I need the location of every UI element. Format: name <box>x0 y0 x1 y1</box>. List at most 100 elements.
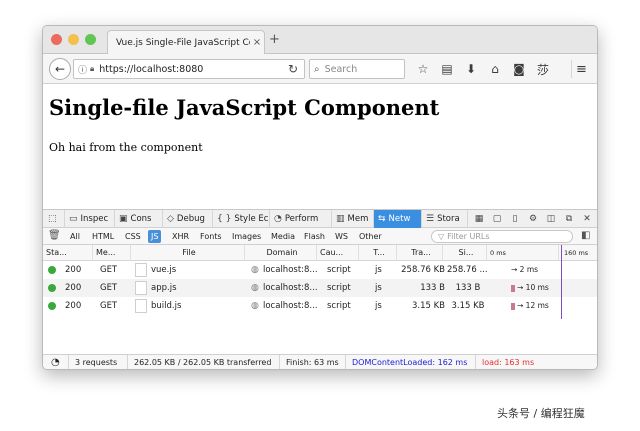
column-domain[interactable]: Domain <box>245 245 317 261</box>
method-cell: GET <box>100 265 118 275</box>
tab-console[interactable]: ▣ Cons <box>115 210 163 228</box>
tab-network[interactable]: ⇆ Netw <box>374 210 422 228</box>
star-icon[interactable]: ☆ <box>411 60 435 78</box>
tab-memory[interactable]: ▥ Mem <box>332 210 374 228</box>
back-arrow-icon: ← <box>54 62 66 76</box>
download-icon[interactable]: ⬇ <box>459 60 483 78</box>
new-tab-button[interactable]: + <box>269 32 280 48</box>
translate-icon[interactable]: 莎 <box>531 60 555 78</box>
filter-images[interactable]: Images <box>229 230 264 243</box>
info-icon[interactable]: ⓘ <box>78 63 87 76</box>
cause-cell: script <box>327 265 351 275</box>
dom-content-loaded: DOMContentLoaded: 162 ms <box>345 355 467 369</box>
close-tab-icon[interactable]: × <box>250 37 264 48</box>
tab-label: Inspec <box>80 214 109 224</box>
column-waterfall-start[interactable]: 0 ms <box>487 245 559 261</box>
lock-warning-icon[interactable]: 🔒︎ <box>90 64 94 74</box>
column-type[interactable]: T... <box>359 245 397 261</box>
tab-storage[interactable]: ☰ Stora <box>422 210 468 228</box>
network-icon: ⇆ <box>378 214 386 224</box>
layout-icon[interactable]: ▦ <box>470 214 488 224</box>
url-bar[interactable]: ⓘ 🔒︎ https://localhost:8080 <box>73 59 305 79</box>
tab-label: Netw <box>388 214 411 224</box>
filter-flash[interactable]: Flash <box>301 230 328 243</box>
waterfall-bar <box>511 303 515 310</box>
filter-all[interactable]: All <box>67 230 83 243</box>
page-body-text: Oh hai from the component <box>49 141 203 154</box>
load-time: load: 163 ms <box>475 355 534 369</box>
tab-inspector[interactable]: ▭ Inspec <box>65 210 115 228</box>
filter-ws[interactable]: WS <box>332 230 351 243</box>
back-button[interactable]: ← <box>49 58 71 80</box>
url-text[interactable]: https://localhost:8080 <box>99 64 203 75</box>
browser-tab[interactable]: Vue.js Single-File JavaScript Com × <box>107 30 265 54</box>
responsive-icon[interactable]: ▯ <box>506 214 524 224</box>
network-filter-bar: 🗑︎ All HTML CSS JS XHR Fonts Images Medi… <box>43 228 597 245</box>
devtools-toolbar-right: ▦ ▢ ▯ ⚙ ◫ ⧉ ✕ <box>470 210 596 228</box>
table-row[interactable]: 200 GET vue.js ◍ localhost:8... script j… <box>43 261 597 279</box>
performance-analysis-icon[interactable]: ◔ <box>45 355 60 369</box>
tab-label: Style Ec <box>234 214 269 224</box>
undock-icon[interactable]: ⧉ <box>560 214 578 224</box>
storage-icon: ☰ <box>426 214 435 224</box>
search-input[interactable]: ⌕ Search <box>309 59 405 79</box>
close-devtools-icon[interactable]: ✕ <box>578 214 596 224</box>
column-transferred[interactable]: Tra... <box>397 245 443 261</box>
filter-css[interactable]: CSS <box>122 230 144 243</box>
filter-xhr[interactable]: XHR <box>169 230 192 243</box>
tab-style-editor[interactable]: { } Style Ec <box>213 210 270 228</box>
column-status[interactable]: Sta... <box>43 245 93 261</box>
reload-button[interactable]: ↻ <box>283 59 303 79</box>
minimize-window-button[interactable] <box>68 34 79 45</box>
toggle-sidebar-icon[interactable]: ◧ <box>581 230 590 241</box>
column-method[interactable]: Me... <box>93 245 131 261</box>
timing-cell: → 12 ms <box>517 301 549 310</box>
pocket-icon[interactable]: ◙ <box>507 60 531 78</box>
toolbar-icons: ☆ ▤ ⬇ ⌂ ◙ 莎 <box>411 60 555 78</box>
request-count: 3 requests <box>68 355 117 369</box>
inspector-icon: ▭ <box>69 214 78 224</box>
home-icon[interactable]: ⌂ <box>483 60 507 78</box>
tab-label: Cons <box>130 214 152 224</box>
requests-table-header: Sta... Me... File Domain Cau... T... Tra… <box>43 245 597 261</box>
transferred-cell: 133 B <box>420 283 445 293</box>
dock-icon[interactable]: ◫ <box>542 214 560 224</box>
trash-icon[interactable]: 🗑︎ <box>48 230 61 241</box>
column-cause[interactable]: Cau... <box>317 245 359 261</box>
column-file[interactable]: File <box>131 245 245 261</box>
filter-urls-input[interactable]: ▽ Filter URLs <box>431 230 573 243</box>
table-row[interactable]: 200 GET build.js ◍ localhost:8... script… <box>43 297 597 315</box>
hamburger-menu-icon[interactable]: ≡ <box>571 60 591 78</box>
reading-list-icon[interactable]: ▤ <box>435 60 459 78</box>
filter-js[interactable]: JS <box>148 230 162 243</box>
tab-performance[interactable]: ◔ Perform <box>270 210 332 228</box>
domain-cell: localhost:8... <box>263 301 318 311</box>
performance-icon: ◔ <box>274 214 282 224</box>
tab-debugger[interactable]: ◇ Debug <box>163 210 213 228</box>
filter-fonts[interactable]: Fonts <box>197 230 225 243</box>
pick-element-button[interactable]: ⬚ <box>43 210 65 228</box>
filter-html[interactable]: HTML <box>89 230 117 243</box>
method-cell: GET <box>100 283 118 293</box>
close-window-button[interactable] <box>51 34 62 45</box>
frame-icon[interactable]: ▢ <box>488 214 506 224</box>
settings-gear-icon[interactable]: ⚙ <box>524 214 542 224</box>
filter-other[interactable]: Other <box>356 230 385 243</box>
size-cell: 3.15 KB <box>451 301 485 311</box>
status-cell: 200 <box>65 265 82 275</box>
type-cell: js <box>375 283 382 293</box>
column-waterfall-mark: 160 ms <box>564 249 589 257</box>
file-cell: build.js <box>151 301 182 311</box>
tab-strip: Vue.js Single-File JavaScript Com × + <box>43 26 597 54</box>
devtools-tabbar: ⬚ ▭ Inspec ▣ Cons ◇ Debug { } Style Ec ◔ Perf… <box>43 209 597 228</box>
globe-icon: ◍ <box>251 283 259 293</box>
globe-icon: ◍ <box>251 265 259 275</box>
maximize-window-button[interactable] <box>85 34 96 45</box>
table-row[interactable]: 200 GET app.js ◍ localhost:8... script j… <box>43 279 597 297</box>
search-placeholder: Search <box>324 63 358 75</box>
file-icon <box>135 299 147 313</box>
column-size[interactable]: Si... <box>443 245 487 261</box>
filter-media[interactable]: Media <box>268 230 298 243</box>
tab-label: Perform <box>284 214 319 224</box>
globe-icon: ◍ <box>251 301 259 311</box>
